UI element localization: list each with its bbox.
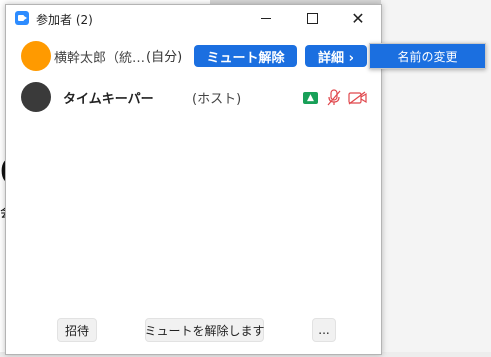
title-bar[interactable]: 参加者 (2) ✕	[6, 5, 381, 31]
participant-row-self[interactable]: 横幹太郎（統… (自分) ミュート解除 詳細 ›	[6, 40, 381, 72]
participant-tag: (ホスト)	[192, 92, 242, 107]
invite-button[interactable]: 招待	[57, 318, 97, 342]
participant-name: 横幹太郎（統…	[54, 51, 146, 66]
close-button[interactable]: ✕	[335, 5, 381, 31]
video-off-icon	[348, 91, 367, 105]
maximize-button[interactable]	[289, 5, 335, 31]
minimize-button[interactable]	[243, 5, 289, 31]
more-options-button[interactable]: ...	[312, 318, 336, 342]
participant-row-host[interactable]: タイムキーパー (ホスト) ▲	[6, 81, 381, 113]
more-dropdown-menu: 名前の変更	[369, 43, 486, 69]
unmute-all-button[interactable]: ミュートを解除します	[145, 318, 265, 342]
window-title: 参加者 (2)	[36, 13, 93, 27]
share-screen-icon: ▲	[303, 92, 318, 104]
close-icon: ✕	[351, 8, 365, 28]
participant-tag: (自分)	[146, 50, 183, 65]
avatar	[21, 82, 51, 112]
unmute-button[interactable]: ミュート解除	[194, 45, 297, 67]
maximize-icon	[306, 12, 318, 24]
participant-name: タイムキーパー	[63, 92, 154, 107]
more-button[interactable]: 詳細 ›	[305, 45, 367, 67]
minimize-icon	[261, 17, 271, 19]
menu-item-rename[interactable]: 名前の変更	[370, 44, 485, 68]
avatar	[21, 41, 51, 71]
participants-window: 参加者 (2) ✕ 横幹太郎（統… (自分) ミュート解除 詳細 › タイムキー…	[5, 4, 382, 355]
zoom-app-icon	[15, 11, 29, 25]
mic-muted-icon	[327, 89, 341, 106]
